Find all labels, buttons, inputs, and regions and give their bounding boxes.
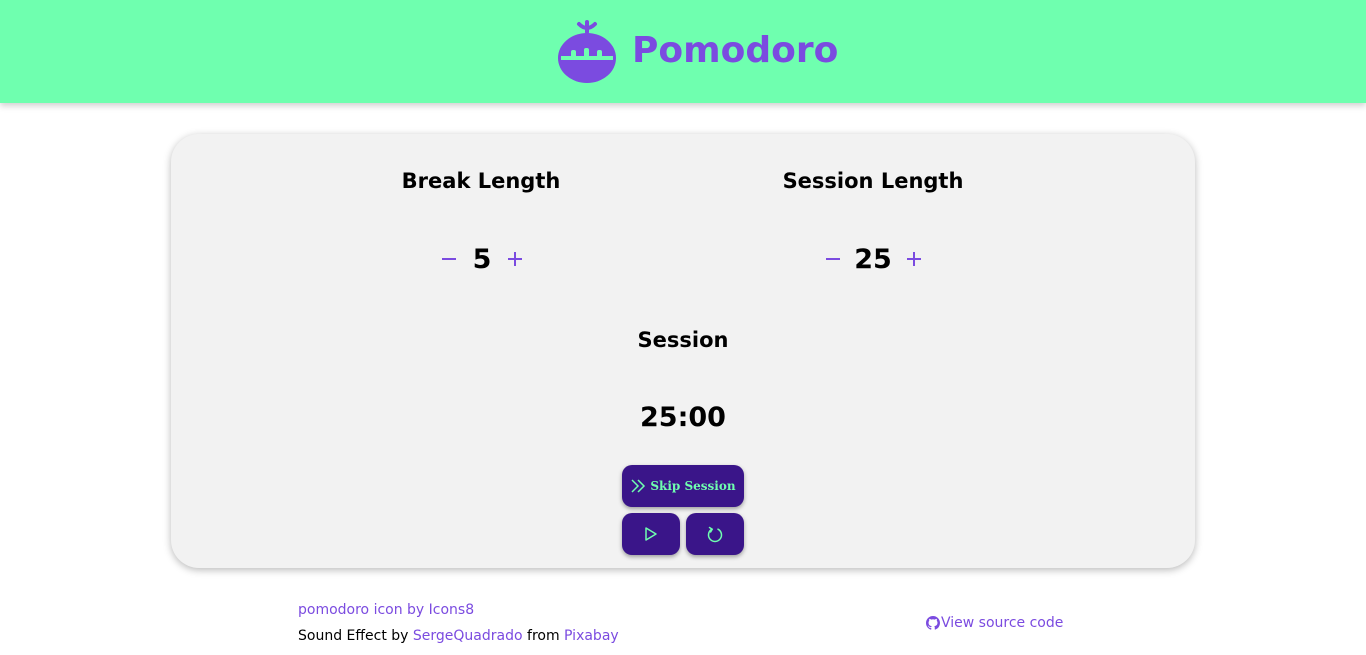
sound-credit: Sound Effect by SergeQuadrado from Pixab…	[298, 626, 619, 646]
play-icon	[645, 527, 657, 541]
sound-author-link[interactable]: SergeQuadrado	[413, 628, 523, 644]
break-increment-button[interactable]	[503, 247, 527, 271]
tomato-icon	[558, 20, 616, 83]
timer-card: Break Length Session Length 5 25 Session…	[171, 134, 1195, 568]
reset-button[interactable]	[686, 513, 744, 555]
break-length-value: 5	[472, 244, 492, 275]
github-icon	[926, 616, 940, 630]
icon-credit-link[interactable]: pomodoro icon by Icons8	[298, 602, 474, 618]
skip-session-label: Skip Session	[650, 479, 736, 493]
app-header: Pomodoro	[0, 0, 1366, 103]
session-length-value: 25	[854, 244, 892, 275]
minus-icon	[442, 258, 456, 260]
time-left-display: 25:00	[640, 402, 726, 433]
pixabay-link[interactable]: Pixabay	[564, 628, 619, 644]
plus-icon	[508, 252, 522, 266]
minus-icon	[826, 258, 840, 260]
double-chevron-right-icon	[631, 479, 646, 493]
session-decrement-button[interactable]	[821, 247, 845, 271]
view-source-link[interactable]: View source code	[926, 613, 1063, 633]
view-source-label: View source code	[941, 615, 1064, 631]
icon-credit: pomodoro icon by Icons8	[298, 600, 474, 620]
app-title: Pomodoro	[632, 30, 839, 71]
session-increment-button[interactable]	[902, 247, 926, 271]
play-button[interactable]	[622, 513, 680, 555]
break-length-label: Break Length	[401, 169, 561, 193]
sound-credit-middle: from	[522, 628, 565, 644]
plus-icon	[907, 252, 921, 266]
session-length-label: Session Length	[782, 169, 964, 193]
skip-session-button[interactable]: Skip Session	[622, 465, 744, 507]
break-decrement-button[interactable]	[437, 247, 461, 271]
refresh-icon	[707, 526, 723, 543]
timer-label: Session	[637, 328, 729, 352]
sound-credit-prefix: Sound Effect by	[298, 628, 413, 644]
